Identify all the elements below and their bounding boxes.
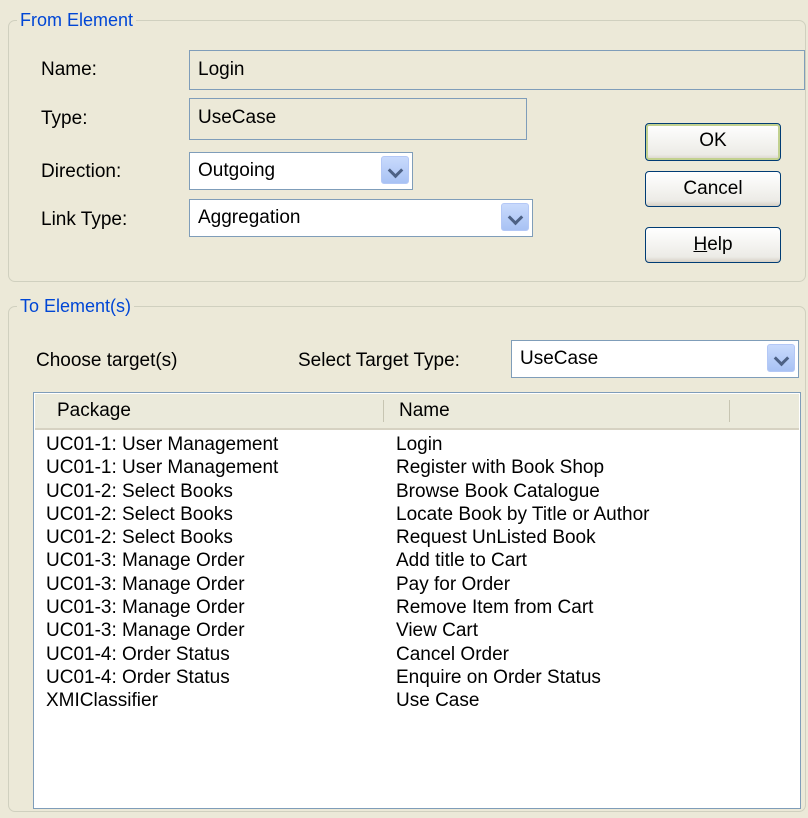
list-item[interactable]: UC01-2: Select Books Browse Book Catalogu…	[46, 480, 799, 503]
cancel-button[interactable]: Cancel	[645, 171, 781, 207]
direction-dropdown[interactable]: Outgoing	[189, 152, 413, 190]
direction-value: Outgoing	[198, 160, 276, 181]
name-cell: View Cart	[396, 620, 479, 642]
package-cell: UC01-2: Select Books	[46, 527, 233, 549]
name-field: Login	[189, 50, 805, 90]
package-cell: UC01-3: Manage Order	[46, 620, 245, 642]
list-item[interactable]: UC01-3: Manage Order Pay for Order	[46, 573, 799, 596]
column-divider[interactable]	[729, 400, 730, 422]
help-button[interactable]: Help	[645, 227, 781, 263]
name-cell: Cancel Order	[396, 643, 509, 665]
package-cell: UC01-4: Order Status	[46, 666, 230, 688]
select-target-type-label: Select Target Type:	[298, 350, 460, 371]
package-cell: UC01-4: Order Status	[46, 643, 230, 665]
chevron-down-icon[interactable]	[381, 156, 409, 184]
target-type-value: UseCase	[520, 348, 599, 369]
list-item[interactable]: UC01-4: Order Status Cancel Order	[46, 643, 799, 666]
link-type-value: Aggregation	[198, 207, 301, 228]
list-item[interactable]: UC01-3: Manage Order View Cart	[46, 619, 799, 642]
list-item[interactable]: UC01-3: Manage Order Remove Item from Car…	[46, 596, 799, 619]
type-field: UseCase	[189, 98, 527, 140]
list-item[interactable]: UC01-4: Order Status Enquire on Order Sta…	[46, 666, 799, 689]
package-cell: UC01-1: User Management	[46, 434, 279, 455]
help-mnemonic: H	[693, 234, 708, 255]
targets-list[interactable]: Package Name UC01-1: User Management Logi…	[33, 392, 801, 809]
direction-label: Direction:	[41, 161, 122, 182]
name-cell: Request UnListed Book	[396, 527, 596, 549]
chevron-down-icon[interactable]	[501, 203, 529, 231]
package-cell: UC01-2: Select Books	[46, 503, 233, 525]
column-header-package[interactable]: Package	[47, 394, 387, 428]
package-cell: UC01-3: Manage Order	[46, 597, 245, 619]
link-type-dropdown[interactable]: Aggregation	[189, 199, 533, 237]
package-cell: XMIClassifier	[46, 690, 158, 712]
name-cell: Add title to Cart	[396, 550, 527, 572]
link-type-label: Link Type:	[41, 209, 128, 230]
list-item[interactable]: XMIClassifier Use Case	[46, 689, 799, 712]
name-cell: Locate Book by Title or Author	[396, 503, 650, 525]
type-label: Type:	[41, 108, 88, 129]
list-item[interactable]: UC01-1: User Management Register with Boo…	[46, 456, 799, 479]
column-header-name[interactable]: Name	[389, 394, 729, 428]
list-item[interactable]: UC01-2: Select Books Locate Book by Title…	[46, 503, 799, 526]
name-cell: Pay for Order	[396, 573, 511, 595]
list-header: Package Name	[35, 394, 799, 430]
name-cell: Remove Item from Cart	[396, 597, 594, 619]
list-rows: UC01-1: User Management Login UC01-1: User…	[46, 433, 799, 713]
name-cell: Register with Book Shop	[396, 457, 605, 479]
list-item[interactable]: UC01-1: User Management Login	[46, 433, 799, 456]
help-label-rest: elp	[707, 234, 733, 255]
target-type-dropdown[interactable]: UseCase	[511, 340, 799, 378]
list-item[interactable]: UC01-3: Manage Order Add title to Cart	[46, 549, 799, 572]
name-cell: Use Case	[396, 690, 480, 712]
ok-button[interactable]: OK	[645, 123, 781, 161]
package-cell: UC01-3: Manage Order	[46, 550, 245, 572]
from-element-title: From Element	[17, 9, 137, 31]
package-cell: UC01-2: Select Books	[46, 480, 233, 502]
to-elements-title: To Element(s)	[17, 295, 135, 317]
package-cell: UC01-3: Manage Order	[46, 573, 245, 595]
name-cell: Browse Book Catalogue	[396, 480, 600, 502]
name-cell: Enquire on Order Status	[396, 666, 601, 688]
name-cell: Login	[396, 434, 443, 455]
chevron-down-icon[interactable]	[767, 344, 795, 372]
choose-targets-label: Choose target(s)	[36, 350, 178, 371]
name-label: Name:	[41, 59, 97, 80]
column-divider[interactable]	[383, 400, 384, 422]
package-cell: UC01-1: User Management	[46, 457, 279, 479]
list-item[interactable]: UC01-2: Select Books Request UnListed Boo…	[46, 526, 799, 549]
